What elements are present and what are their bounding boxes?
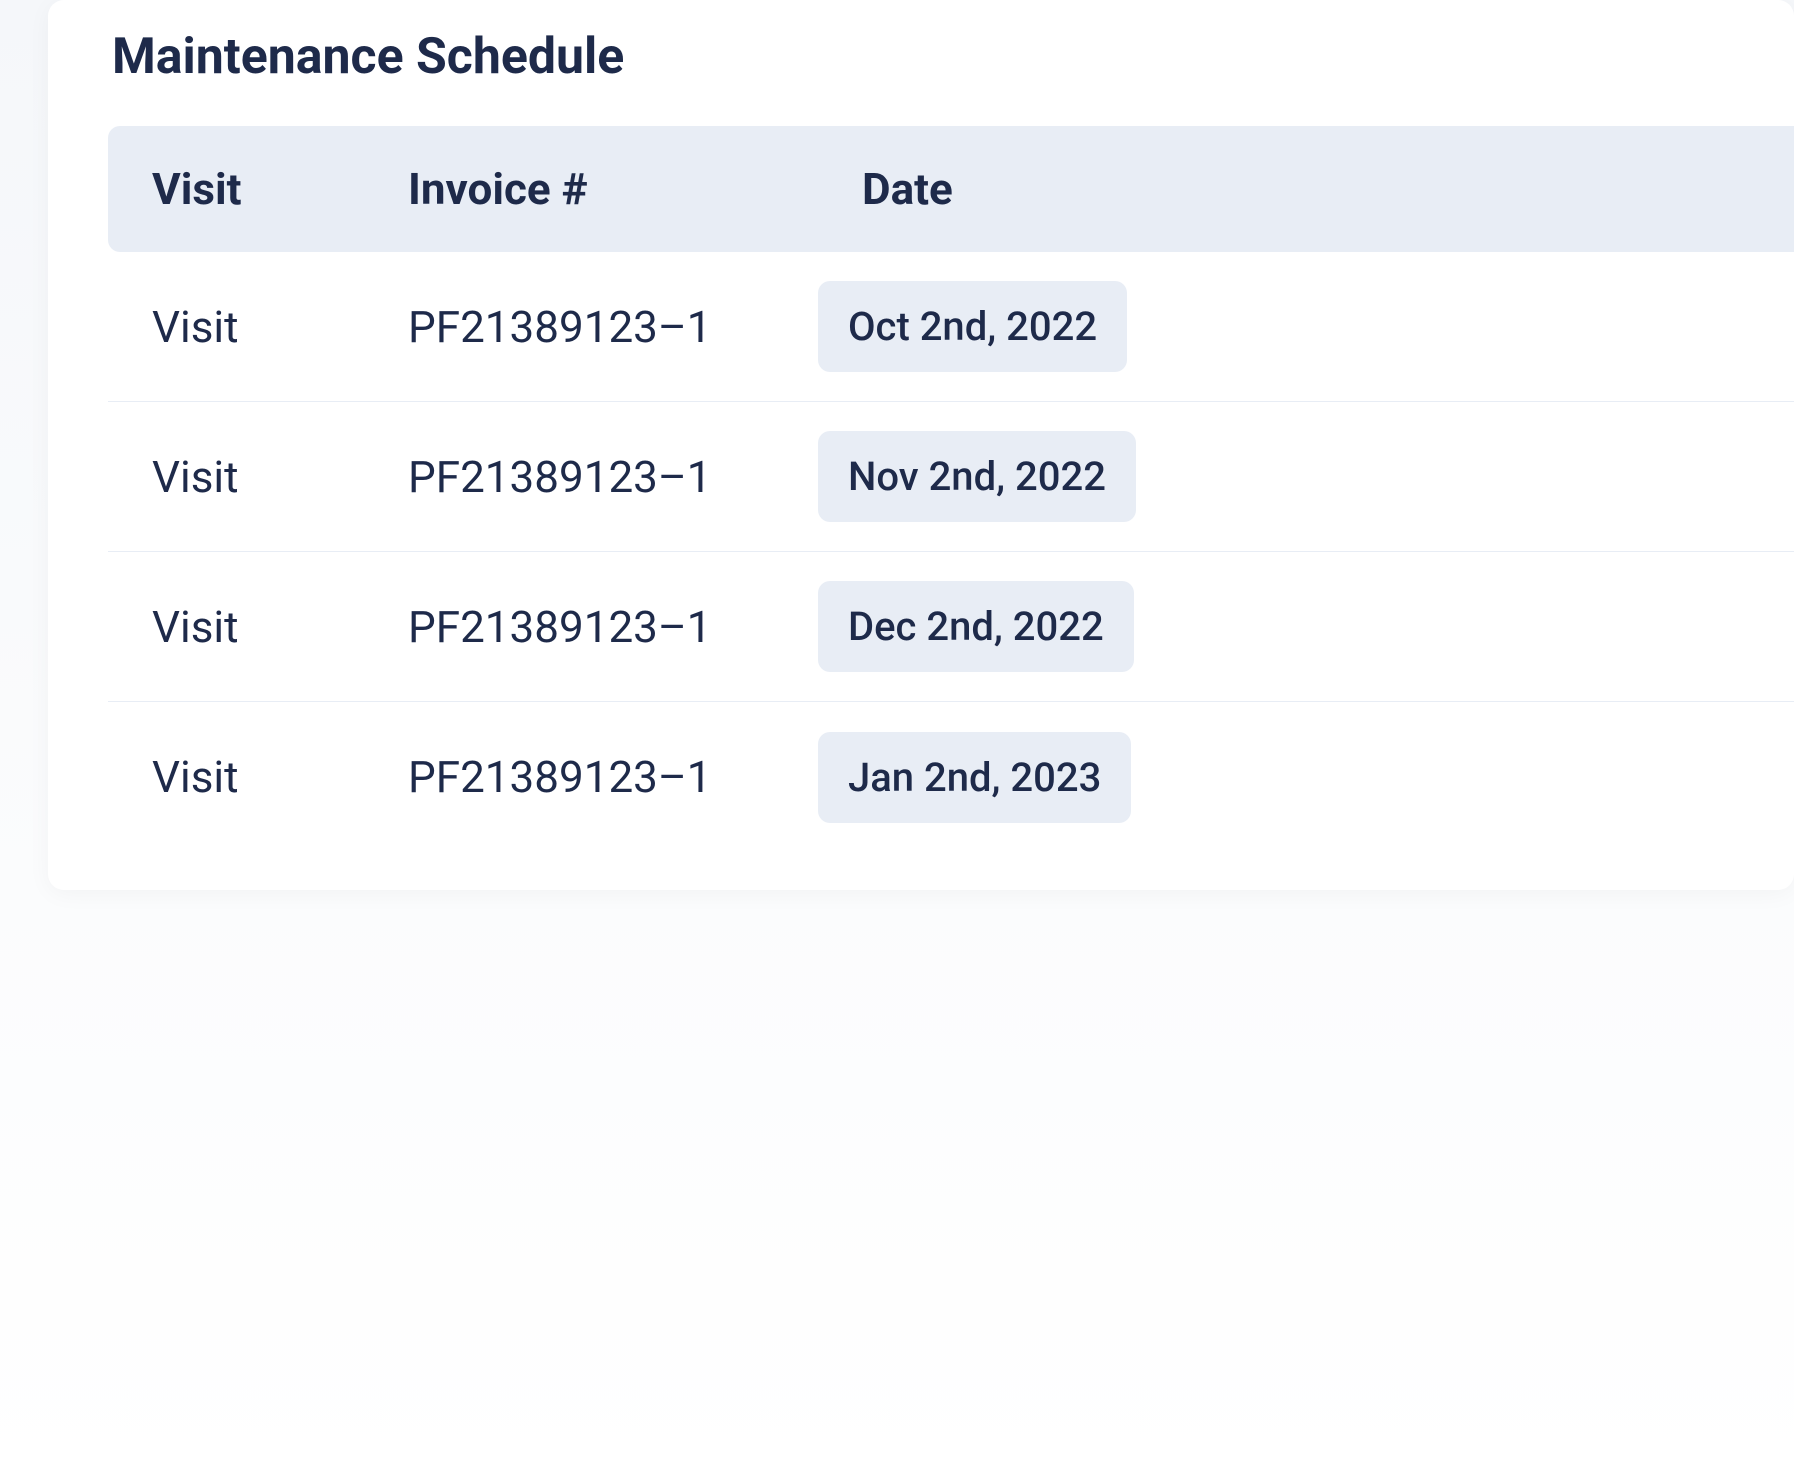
- date-pill[interactable]: Dec 2nd, 2022: [818, 581, 1134, 672]
- invoice-cell: PF21389123–1: [364, 301, 818, 353]
- visit-cell: Visit: [108, 301, 364, 353]
- visit-cell: Visit: [108, 751, 364, 803]
- column-header-visit: Visit: [108, 163, 364, 215]
- table-row: Visit PF21389123–1 Oct 2nd, 2022: [108, 252, 1794, 402]
- table-row: Visit PF21389123–1 Dec 2nd, 2022: [108, 552, 1794, 702]
- table-row: Visit PF21389123–1 Nov 2nd, 2022: [108, 402, 1794, 552]
- date-pill[interactable]: Oct 2nd, 2022: [818, 281, 1127, 372]
- maintenance-table: Visit Invoice # Date Visit PF21389123–1 …: [48, 126, 1794, 852]
- maintenance-schedule-card: Maintenance Schedule Visit Invoice # Dat…: [48, 0, 1794, 890]
- column-header-invoice: Invoice #: [364, 163, 818, 215]
- visit-cell: Visit: [108, 451, 364, 503]
- invoice-cell: PF21389123–1: [364, 751, 818, 803]
- date-pill[interactable]: Nov 2nd, 2022: [818, 431, 1136, 522]
- table-row: Visit PF21389123–1 Jan 2nd, 2023: [108, 702, 1794, 852]
- table-body: Visit PF21389123–1 Oct 2nd, 2022 Visit P…: [108, 252, 1794, 852]
- card-title: Maintenance Schedule: [48, 0, 1794, 126]
- table-header-row: Visit Invoice # Date: [108, 126, 1794, 252]
- column-header-date: Date: [818, 163, 1794, 215]
- visit-cell: Visit: [108, 601, 364, 653]
- invoice-cell: PF21389123–1: [364, 451, 818, 503]
- date-pill[interactable]: Jan 2nd, 2023: [818, 732, 1131, 823]
- invoice-cell: PF21389123–1: [364, 601, 818, 653]
